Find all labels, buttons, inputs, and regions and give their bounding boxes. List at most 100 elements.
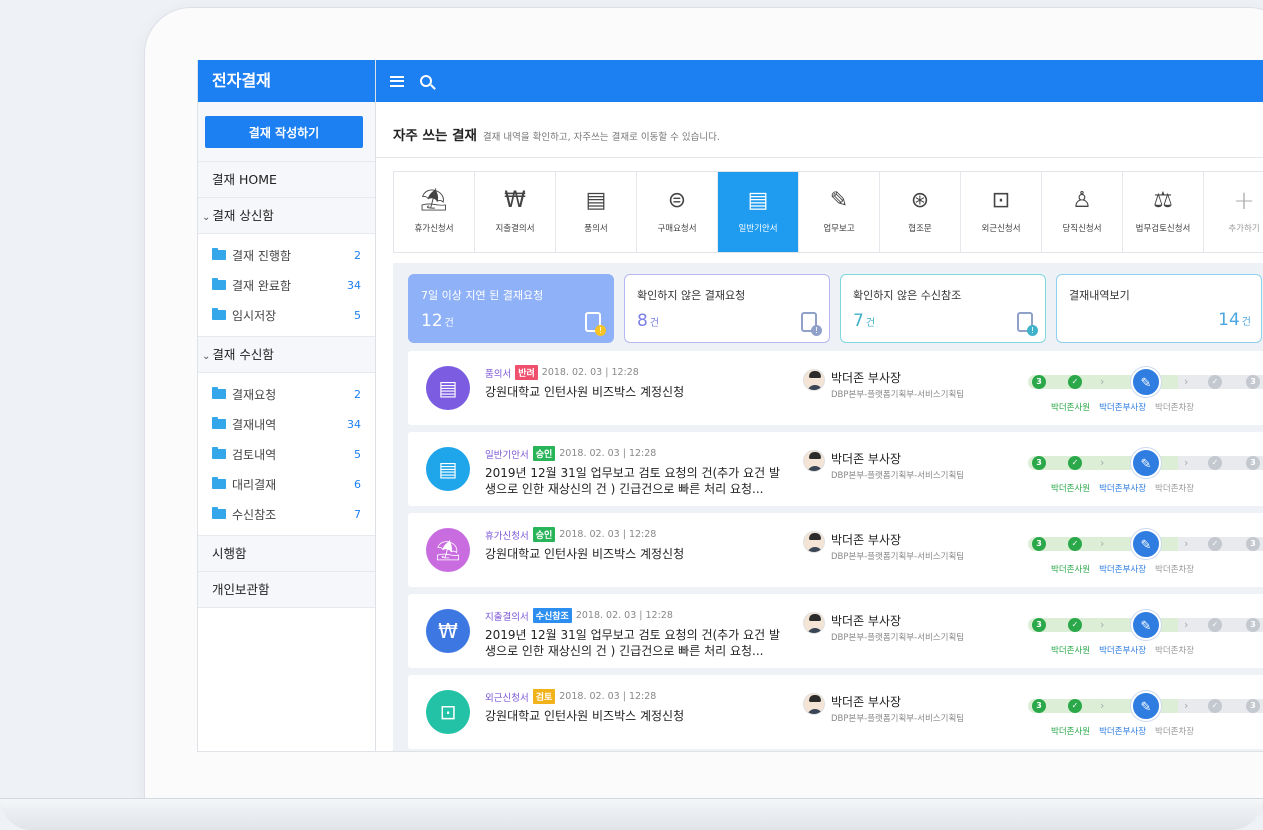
doc-type: 지출결의서 [485, 611, 529, 623]
form-shortcut-label: 일반기안서 [738, 224, 778, 234]
approver-name: 박더존 부사장 [831, 614, 902, 628]
clipboard-icon: ! [585, 312, 606, 336]
nav-exec[interactable]: 시행함 [198, 536, 375, 572]
approver: 박더존 부사장 DBP본부-플랫폼기획부-서비스기획팀 [803, 531, 964, 562]
avatar [803, 531, 825, 553]
flow-step-current: 박더존부사장 [1099, 646, 1147, 656]
stat-value: 14 [1218, 310, 1240, 330]
stat-card[interactable]: 7일 이상 지연 된 결재요청 12 건! [408, 274, 614, 343]
plus-icon: + [1233, 186, 1255, 216]
chevron-right-icon: › [1100, 699, 1105, 712]
approver-name: 박더존 부사장 [831, 452, 902, 466]
folder-icon [212, 278, 226, 290]
avatar [803, 612, 825, 634]
row-meta: 지출결의서 수신참조 2018. 02. 03 | 12:28 [485, 608, 785, 623]
check-icon: ✓ [1208, 537, 1222, 551]
flow-names: 박더존사원 박더존부사장 박더존차장 [1051, 482, 1194, 494]
row-body: 휴가신청서 승인 2018. 02. 03 | 12:28 강원대학교 인턴사원 비즈… [485, 527, 785, 562]
row-body: 외근신청서 검토 2018. 02. 03 | 12:28 강원대학교 인턴사원 비즈… [485, 689, 785, 724]
briefcase-icon: ⊡ [991, 188, 1011, 213]
receive-folder-item[interactable]: 결재내역 34 [198, 409, 375, 439]
nav-section-send[interactable]: ⌄ 결재 상신함 [198, 198, 375, 234]
row-title[interactable]: 강원대학교 인턴사원 비즈박스 계정신청 [485, 546, 785, 562]
receive-folder-item[interactable]: 결재요청 2 [198, 379, 375, 409]
flow-names: 박더존사원 박더존부사장 박더존차장 [1051, 563, 1194, 575]
receive-folder-label: 검토내역 [232, 447, 277, 462]
section-header: 자주 쓰는 결재 결재 내역을 확인하고, 자주쓰는 결재로 이동할 수 있습니… [376, 102, 1263, 158]
stat-title: 확인하지 않은 수신참조 [853, 289, 962, 302]
compose-button[interactable]: 결재 작성하기 [205, 116, 363, 148]
pencil-icon: ✎ [1131, 691, 1161, 721]
chevron-right-icon: › [1184, 699, 1189, 712]
form-shortcut[interactable]: ⊡ 외근신청서 [961, 172, 1042, 252]
stat-card[interactable]: 확인하지 않은 결재요청 8 건! [624, 274, 830, 343]
flow-step-current: 박더존부사장 [1099, 403, 1147, 413]
stat-unit: 건 [649, 318, 660, 329]
row-title[interactable]: 2019년 12월 31일 업무보고 검토 요청의 건(추가 요건 발생으로 인… [485, 627, 785, 659]
approver-info: 박더존 부사장 DBP본부-플랫폼기획부-서비스기획팀 [831, 612, 964, 643]
proposal-icon: ▤ [426, 366, 470, 410]
menu-icon[interactable] [390, 75, 404, 87]
stat-title: 결재내역보기 [1069, 289, 1130, 302]
avatar [803, 369, 825, 391]
send-folder-item[interactable]: 결재 진행함 2 [198, 240, 375, 270]
row-title[interactable]: 2019년 12월 31일 업무보고 검토 요청의 건(추가 요건 발생으로 인… [485, 465, 785, 497]
form-shortcut[interactable]: ▤ 일반기안서 [718, 172, 799, 252]
approval-row[interactable]: ▤ 일반기안서 승인 2018. 02. 03 | 12:28 2019년 12월 31… [408, 432, 1263, 506]
form-shortcut[interactable]: ♙ 당직신청서 [1042, 172, 1123, 252]
form-shortcut-label: 품의서 [584, 224, 608, 234]
flow-step-done: 박더존사원 [1051, 403, 1091, 413]
flow-step-done: 박더존사원 [1051, 646, 1091, 656]
flow-step-done: 박더존사원 [1051, 727, 1091, 737]
status-badge: 반려 [515, 365, 538, 380]
pencil-icon: ✎ [1131, 367, 1161, 397]
form-shortcut[interactable]: ₩ 지출결의서 [475, 172, 556, 252]
row-title[interactable]: 강원대학교 인턴사원 비즈박스 계정신청 [485, 384, 785, 400]
chevron-right-icon: › [1100, 618, 1105, 631]
laptop-base [0, 798, 1263, 830]
stat-card[interactable]: 확인하지 않은 수신참조 7 건! [840, 274, 1046, 343]
vacation-icon: ⛱ [426, 528, 470, 572]
approval-row[interactable]: ▤ 품의서 반려 2018. 02. 03 | 12:28 강원대학교 인턴사원 비즈박… [408, 351, 1263, 425]
nav-section-receive[interactable]: ⌄ 결재 수신함 [198, 337, 375, 373]
form-shortcut[interactable]: ✎ 업무보고 [799, 172, 880, 252]
stat-card[interactable]: 결재내역보기 14 건 [1056, 274, 1262, 343]
approval-row[interactable]: ⊡ 외근신청서 검토 2018. 02. 03 | 12:28 강원대학교 인턴사원 비… [408, 675, 1263, 749]
draft-icon: ▤ [747, 188, 769, 213]
approver-info: 박더존 부사장 DBP본부-플랫폼기획부-서비스기획팀 [831, 450, 964, 481]
chevron-right-icon: › [1184, 618, 1189, 631]
approval-flow: 3 ✓ › ✎ › ✓ 3 박더존사원 박더존부사장 박더존차장 [1028, 361, 1263, 417]
row-meta: 외근신청서 검토 2018. 02. 03 | 12:28 [485, 689, 785, 704]
approver-name: 박더존 부사장 [831, 695, 902, 709]
form-shortcut[interactable]: ⛱ 휴가신청서 [394, 172, 475, 252]
form-shortcut[interactable]: ⊜ 구매요청서 [637, 172, 718, 252]
doc-type: 외근신청서 [485, 692, 529, 704]
approver-name: 박더존 부사장 [831, 533, 902, 547]
row-body: 일반기안서 승인 2018. 02. 03 | 12:28 2019년 12월 31일… [485, 446, 785, 497]
form-shortcut[interactable]: ▤ 품의서 [556, 172, 637, 252]
send-folder-item[interactable]: 결재 완료함 34 [198, 270, 375, 300]
send-folder-item[interactable]: 임시저장 5 [198, 300, 375, 330]
search-icon[interactable] [420, 75, 432, 87]
purchase-icon: ⊜ [667, 188, 687, 213]
approval-flow: 3 ✓ › ✎ › ✓ 3 박더존사원 박더존부사장 박더존차장 [1028, 523, 1263, 579]
expense-icon: ₩ [504, 188, 526, 213]
form-shortcut[interactable]: ⚖ 법무검토신청서 [1123, 172, 1204, 252]
cooperation-icon: ⊛ [910, 188, 930, 213]
approval-row[interactable]: ₩ 지출결의서 수신참조 2018. 02. 03 | 12:28 2019년 12월 … [408, 594, 1263, 668]
send-folder-label: 임시저장 [232, 308, 277, 323]
nav-personal[interactable]: 개인보관함 [198, 572, 375, 608]
approver-org: DBP본부-플랫폼기획부-서비스기획팀 [831, 390, 965, 400]
nav-home[interactable]: 결재 HOME [198, 162, 375, 198]
form-shortcut[interactable]: + 추가하기 [1204, 172, 1263, 252]
chevron-down-icon: ⌄ [202, 351, 211, 362]
receive-folder-item[interactable]: 대리결재 6 [198, 469, 375, 499]
receive-folder-item[interactable]: 수신참조 7 [198, 499, 375, 529]
approver-org: DBP본부-플랫폼기획부-서비스기획팀 [831, 633, 965, 643]
row-title[interactable]: 강원대학교 인턴사원 비즈박스 계정신청 [485, 708, 785, 724]
step-count-node: 3 [1246, 375, 1260, 389]
clipboard-icon: ! [801, 312, 822, 336]
form-shortcut[interactable]: ⊛ 협조문 [880, 172, 961, 252]
receive-folder-item[interactable]: 검토내역 5 [198, 439, 375, 469]
approval-row[interactable]: ⛱ 휴가신청서 승인 2018. 02. 03 | 12:28 강원대학교 인턴사원 비… [408, 513, 1263, 587]
